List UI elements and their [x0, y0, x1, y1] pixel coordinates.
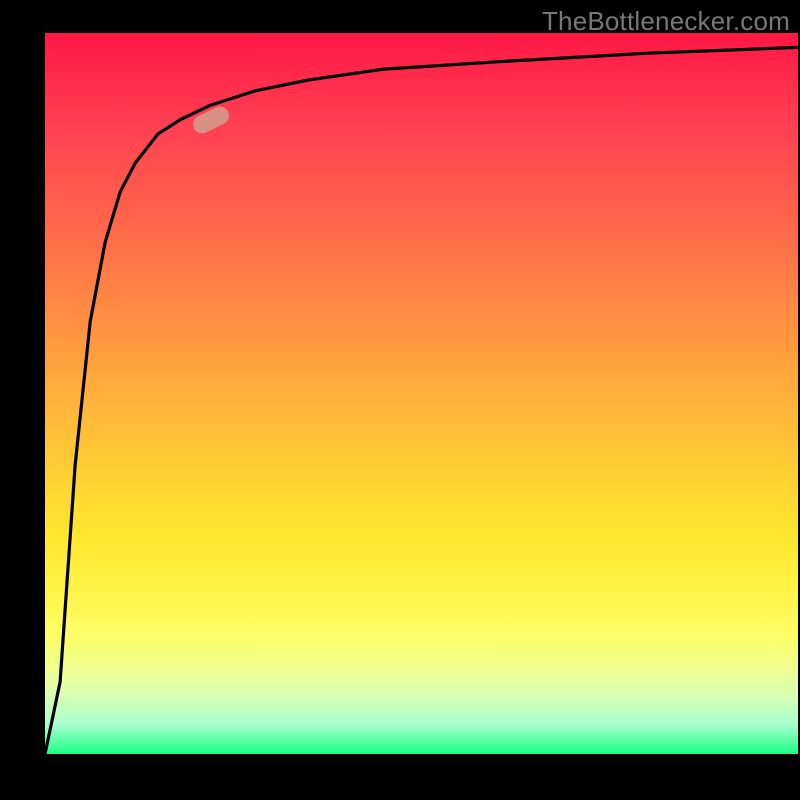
- plot-area: [45, 33, 798, 754]
- chart-canvas: TheBottlenecker.com: [0, 0, 800, 800]
- curve-marker: [190, 103, 232, 136]
- bottleneck-curve: [45, 47, 798, 754]
- curve-svg: [45, 33, 798, 754]
